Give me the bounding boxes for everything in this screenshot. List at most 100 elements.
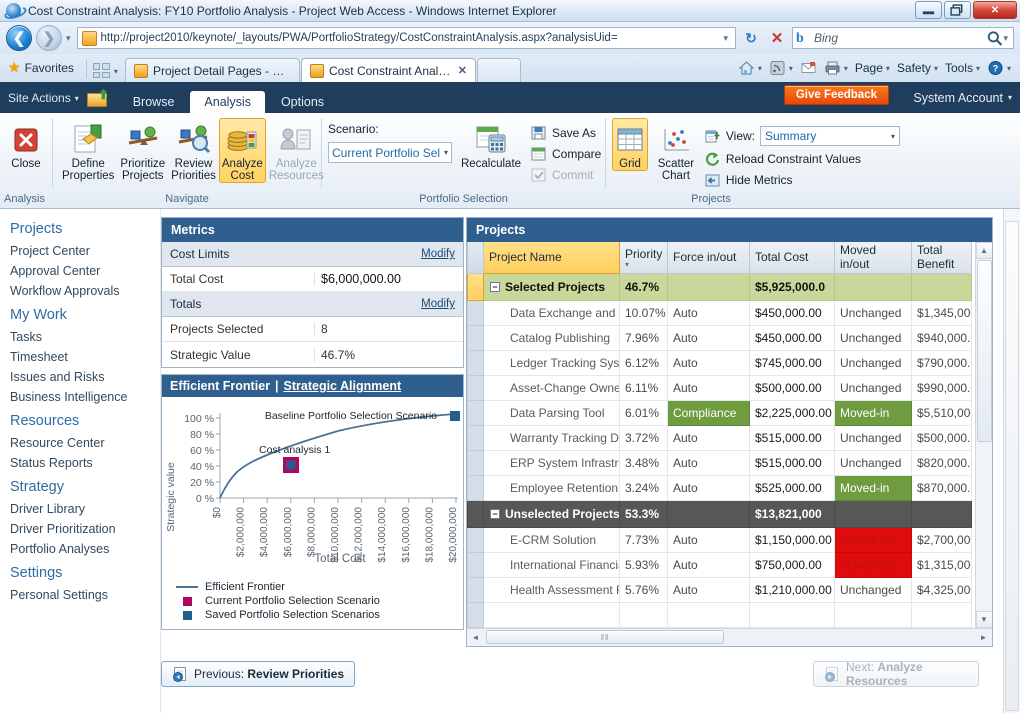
table-row[interactable]: Employee Retention Tr 3.24% Auto $525,00… — [467, 474, 972, 501]
quick-tabs-icon[interactable] — [92, 63, 110, 78]
forward-button[interactable]: ❯ — [36, 25, 62, 51]
navigate-up-icon[interactable]: ⬆ — [86, 88, 109, 107]
chevron-down-icon[interactable]: ▾ — [1007, 64, 1011, 73]
table-row-group-unselected[interactable]: − Unselected Projects 53.3% $13,821,000 — [467, 499, 972, 528]
hide-metrics-button[interactable]: Hide Metrics — [704, 169, 900, 190]
compare-button[interactable]: Compare — [530, 143, 601, 164]
sidebar-item-issues-and-risks[interactable]: Issues and Risks — [10, 367, 160, 387]
table-row[interactable]: International Financial 5.93% Auto $750,… — [467, 551, 972, 578]
cell-force[interactable]: Auto — [667, 576, 750, 603]
cell-force[interactable]: Auto — [667, 526, 750, 553]
mail-button[interactable] — [797, 57, 820, 79]
sidebar-item-personal-settings[interactable]: Personal Settings — [10, 585, 160, 605]
strategic-alignment-link[interactable]: Strategic Alignment — [284, 379, 402, 393]
sidebar-item-workflow-approvals[interactable]: Workflow Approvals — [10, 281, 160, 301]
search-dropdown-icon[interactable]: ▾ — [1003, 33, 1008, 44]
address-input[interactable]: http://project2010/keynote/_layouts/PWA/… — [76, 27, 736, 49]
tab-list-caret-icon[interactable]: ▾ — [114, 67, 118, 76]
previous-review-priorities-button[interactable]: Previous: Review Priorities — [161, 661, 356, 687]
table-row[interactable]: Ledger Tracking Systen 6.12% Auto $745,0… — [467, 349, 972, 376]
horizontal-scroll-track[interactable]: ‖‖ — [484, 629, 975, 645]
scroll-up-icon[interactable]: ▲ — [975, 242, 992, 259]
row-selector[interactable] — [467, 272, 484, 301]
row-selector[interactable] — [467, 601, 484, 628]
refresh-icon[interactable]: ↻ — [740, 27, 762, 49]
stop-icon[interactable]: ✕ — [766, 27, 788, 49]
ribbon-tab-analysis[interactable]: Analysis — [190, 91, 265, 113]
chevron-down-icon[interactable]: ▾ — [789, 64, 793, 73]
row-selector[interactable] — [467, 449, 484, 476]
total-cost-value[interactable]: $6,000,000.00 — [314, 272, 463, 286]
browser-tab-1[interactable]: Project Detail Pages - Strat... — [124, 58, 300, 82]
user-account-menu[interactable]: System Account ▾ — [913, 82, 1012, 113]
sidebar-item-status-reports[interactable]: Status Reports — [10, 453, 160, 473]
tools-menu[interactable]: Tools ▾ — [942, 57, 983, 79]
scatter-chart-button[interactable]: Scatter Chart — [651, 118, 701, 183]
row-selector[interactable] — [467, 299, 484, 326]
chevron-down-icon[interactable]: ▾ — [886, 64, 890, 73]
column-header-moved-in-out[interactable]: Moved in/out — [834, 242, 912, 274]
search-icon[interactable] — [986, 30, 1003, 46]
vertical-scroll-thumb[interactable] — [976, 260, 992, 442]
cell-force[interactable]: Auto — [667, 299, 750, 326]
row-selector[interactable] — [467, 399, 484, 426]
review-priorities-button[interactable]: Review Priorities — [168, 118, 219, 183]
column-header-priority[interactable]: Priority ▾ — [619, 242, 668, 274]
chevron-down-icon[interactable]: ▾ — [844, 64, 848, 73]
page-scroll-thumb[interactable] — [1005, 221, 1019, 711]
chevron-down-icon[interactable]: ▾ — [758, 64, 762, 73]
table-row[interactable]: Asset-Change Ownersh 6.11% Auto $500,000… — [467, 374, 972, 401]
row-selector[interactable] — [467, 551, 484, 578]
commit-button[interactable]: Commit — [530, 164, 601, 185]
cell-force[interactable]: Auto — [667, 349, 750, 376]
home-button[interactable]: ▾ — [735, 57, 765, 79]
totals-modify-link[interactable]: Modify — [421, 298, 455, 310]
row-selector[interactable] — [467, 324, 484, 351]
column-header-force-in-out[interactable]: Force in/out — [667, 242, 750, 274]
recent-pages-caret-icon[interactable]: ▾ — [66, 33, 71, 44]
reload-constraint-values-button[interactable]: Reload Constraint Values — [704, 148, 900, 169]
cell-force[interactable]: Auto — [667, 374, 750, 401]
scroll-down-icon[interactable]: ▼ — [975, 610, 992, 628]
next-analyze-resources-button[interactable]: Next: Analyze Resources — [813, 660, 979, 688]
analyze-resources-button[interactable]: Analyze Resources — [266, 118, 327, 183]
collapse-icon[interactable]: − — [490, 282, 500, 293]
table-row[interactable]: Catalog Publishing 7.96% Auto $450,000.0… — [467, 324, 972, 351]
sidebar-item-approval-center[interactable]: Approval Center — [10, 261, 160, 281]
favorites-button[interactable]: ★ Favorites — [8, 56, 82, 82]
cell-force[interactable]: Auto — [667, 551, 750, 578]
ribbon-tab-browse[interactable]: Browse — [119, 91, 189, 113]
row-selector[interactable] — [467, 424, 484, 451]
scroll-right-icon[interactable]: ► — [975, 629, 992, 645]
help-menu[interactable]: ? ▾ — [984, 57, 1014, 79]
site-actions-menu[interactable]: Site Actions ▾ — [8, 91, 87, 113]
grid-horizontal-scrollbar[interactable]: ◄ ‖‖ ► — [467, 627, 992, 646]
row-selector[interactable] — [467, 349, 484, 376]
cell-force[interactable]: Auto — [667, 474, 750, 501]
ribbon-tab-options[interactable]: Options — [267, 91, 338, 113]
feeds-button[interactable]: ▾ — [766, 57, 796, 79]
horizontal-scroll-thumb[interactable]: ‖‖ — [486, 630, 724, 644]
chevron-down-icon[interactable]: ▾ — [934, 64, 938, 73]
row-selector[interactable] — [467, 474, 484, 501]
prioritize-projects-button[interactable]: Prioritize Projects — [117, 118, 168, 183]
sidebar-item-business-intelligence[interactable]: Business Intelligence — [10, 387, 160, 407]
table-row[interactable]: Data Parsing Tool 6.01% Compliance $2,22… — [467, 399, 972, 426]
row-selector[interactable] — [467, 499, 484, 528]
row-selector[interactable] — [467, 374, 484, 401]
scenario-select[interactable]: Current Portfolio Sel ▾ — [328, 142, 452, 163]
sidebar-item-resource-center[interactable]: Resource Center — [10, 433, 160, 453]
sidebar-item-project-center[interactable]: Project Center — [10, 241, 160, 261]
sidebar-item-driver-prioritization[interactable]: Driver Prioritization — [10, 519, 160, 539]
cell-force-compliance[interactable]: Compliance — [667, 399, 750, 426]
row-selector[interactable] — [467, 526, 484, 553]
save-as-button[interactable]: Save As — [530, 122, 601, 143]
close-button[interactable]: ✕ — [973, 1, 1017, 19]
cell-force[interactable]: Auto — [667, 324, 750, 351]
sidebar-item-driver-library[interactable]: Driver Library — [10, 499, 160, 519]
grid-view-button[interactable]: Grid — [612, 118, 648, 171]
minimize-button[interactable] — [915, 1, 942, 19]
row-selector[interactable] — [467, 576, 484, 603]
sidebar-item-timesheet[interactable]: Timesheet — [10, 347, 160, 367]
recalculate-button[interactable]: Recalculate — [460, 118, 522, 171]
